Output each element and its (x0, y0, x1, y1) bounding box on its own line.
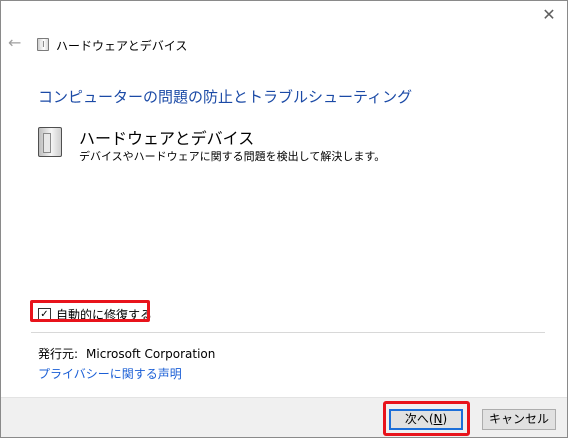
hardware-device-icon (38, 127, 62, 157)
divider (31, 332, 545, 333)
privacy-link[interactable]: プライバシーに関する声明 (38, 365, 182, 382)
troubleshooter-title: ハードウェアとデバイス (79, 129, 255, 148)
page-heading: コンピューターの問題の防止とトラブルシューティング (38, 88, 413, 106)
dialog-footer: 次へ(N) キャンセル (1, 397, 567, 437)
troubleshooter-description: デバイスやハードウェアに関する問題を検出して解決します。 (79, 150, 386, 163)
highlight-next-button (383, 401, 470, 436)
back-arrow-icon[interactable]: ← (8, 35, 24, 51)
troubleshooter-window: ✕ ← ハードウェアとデバイス コンピューターの問題の防止とトラブルシューティン… (0, 0, 568, 438)
highlight-auto-repair (30, 300, 150, 322)
publisher-value: Microsoft Corporation (86, 347, 216, 361)
publisher-info: 発行元: Microsoft Corporation (38, 345, 215, 362)
close-icon[interactable]: ✕ (539, 5, 559, 25)
publisher-label: 発行元: (38, 347, 79, 361)
window-title: ハードウェアとデバイス (56, 39, 188, 53)
cancel-button[interactable]: キャンセル (482, 409, 556, 430)
hardware-title-icon (37, 38, 49, 51)
